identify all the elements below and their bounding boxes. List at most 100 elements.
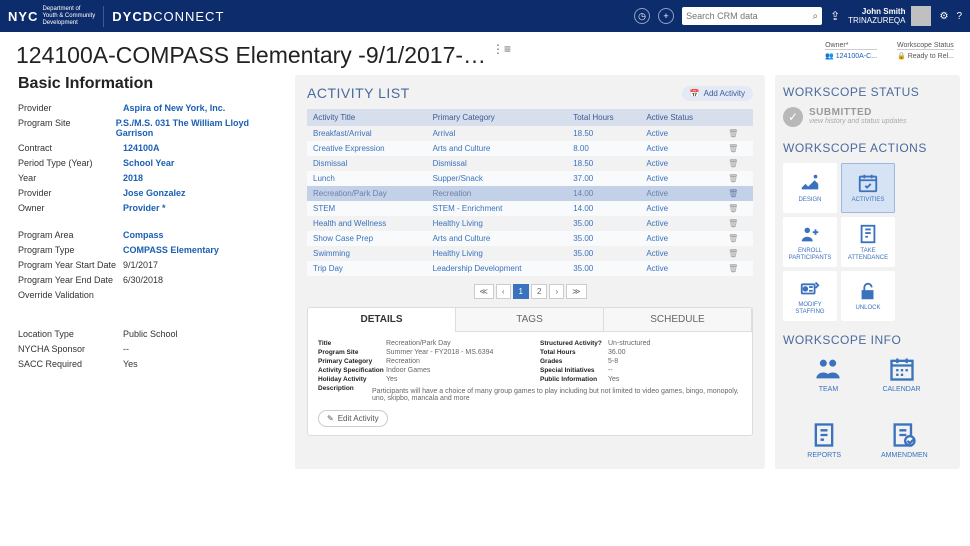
delete-icon[interactable]: 🗑: [722, 126, 753, 141]
delete-icon[interactable]: 🗑: [722, 231, 753, 246]
info-row: SACC RequiredYes: [18, 359, 277, 369]
ws-info-heading: WORKSCOPE INFO: [783, 333, 952, 347]
gear-icon[interactable]: ⚙: [939, 11, 948, 22]
info-row: Location TypePublic School: [18, 329, 277, 339]
col-header[interactable]: Total Hours: [567, 109, 640, 126]
info-row: Program TypeCOMPASS Elementary: [18, 245, 277, 255]
info-team[interactable]: TEAM: [814, 355, 842, 393]
info-value[interactable]: Aspira of New York, Inc.: [123, 103, 225, 113]
delete-icon[interactable]: 🗑: [722, 246, 753, 261]
page-next[interactable]: ›: [549, 284, 564, 299]
info-value[interactable]: 124100A: [123, 143, 160, 153]
clock-icon[interactable]: ◷: [634, 8, 650, 24]
workscope-panel: WORKSCOPE STATUS ✓ SUBMITTEDview history…: [775, 75, 960, 469]
search-box[interactable]: ⌕: [682, 7, 822, 25]
avatar: [911, 6, 931, 26]
title-bar: 124100A-COMPASS Elementary -9/1/2017-… ⋮…: [0, 32, 970, 75]
tab-schedule[interactable]: SCHEDULE: [604, 308, 752, 332]
activity-table: Activity TitlePrimary CategoryTotal Hour…: [307, 109, 753, 276]
info-value[interactable]: Provider *: [123, 203, 166, 213]
info-row: NYCHA Sponsor--: [18, 344, 277, 354]
delete-icon[interactable]: 🗑: [722, 141, 753, 156]
info-row: Program AreaCompass: [18, 230, 277, 240]
table-row[interactable]: SwimmingHealthy Living35.00Active🗑: [307, 246, 753, 261]
title-menu-icon[interactable]: ⋮≡: [492, 42, 511, 56]
pencil-icon: ✎: [327, 414, 334, 423]
brand: DYCDCONNECT: [112, 9, 224, 24]
table-row[interactable]: DismissalDismissal18.50Active🗑: [307, 156, 753, 171]
info-row: Program SiteP.S./M.S. 031 The William Ll…: [18, 118, 277, 138]
info-row: OwnerProvider *: [18, 203, 277, 213]
table-row[interactable]: LunchSupper/Snack37.00Active🗑: [307, 171, 753, 186]
action-unlock[interactable]: UNLOCK: [841, 271, 895, 321]
info-row: ProviderAspira of New York, Inc.: [18, 103, 277, 113]
info-ammendmen[interactable]: AMMENDMEN: [881, 421, 928, 459]
page-first[interactable]: ≪: [474, 284, 494, 299]
check-icon: ✓: [783, 107, 803, 127]
search-input[interactable]: [686, 11, 812, 21]
table-row[interactable]: Breakfast/ArrivalArrival18.50Active🗑: [307, 126, 753, 141]
info-value[interactable]: P.S./M.S. 031 The William Lloyd Garrison: [116, 118, 277, 138]
action-take-attendance[interactable]: TAKE ATTENDANCE: [841, 217, 895, 267]
action-activities[interactable]: ACTIVITIES: [841, 163, 895, 213]
delete-icon[interactable]: 🗑: [722, 201, 753, 216]
add-activity-button[interactable]: 📅Add Activity: [682, 86, 753, 101]
delete-icon[interactable]: 🗑: [722, 186, 753, 201]
pager: ≪ ‹ 1 2 › ≫: [307, 284, 753, 299]
delete-icon[interactable]: 🗑: [722, 261, 753, 276]
info-row: Period Type (Year)School Year: [18, 158, 277, 168]
table-row[interactable]: Creative ExpressionArts and Culture8.00A…: [307, 141, 753, 156]
action-enroll-participants[interactable]: ENROLL PARTICIPANTS: [783, 217, 837, 267]
info-value[interactable]: Jose Gonzalez: [123, 188, 186, 198]
info-value[interactable]: Compass: [123, 230, 164, 240]
search-icon[interactable]: ⌕: [812, 11, 818, 22]
action-design[interactable]: DESIGN: [783, 163, 837, 213]
basic-heading: Basic Information: [18, 75, 277, 93]
export-icon[interactable]: ⇪: [830, 9, 840, 23]
owner-meta: Owner*👥 124100A-C...: [825, 42, 877, 60]
info-row: Program Year Start Date9/1/2017: [18, 260, 277, 270]
user-menu[interactable]: John SmithTRINAZUREQA: [848, 6, 931, 26]
delete-icon[interactable]: 🗑: [722, 156, 753, 171]
info-value[interactable]: School Year: [123, 158, 174, 168]
info-row: Year2018: [18, 173, 277, 183]
table-row[interactable]: STEMSTEM - Enrichment14.00Active🗑: [307, 201, 753, 216]
info-reports[interactable]: REPORTS: [807, 421, 841, 459]
info-row: Program Year End Date6/30/2018: [18, 275, 277, 285]
col-header[interactable]: Activity Title: [307, 109, 427, 126]
col-header[interactable]: Primary Category: [427, 109, 568, 126]
info-value[interactable]: COMPASS Elementary: [123, 245, 219, 255]
help-icon[interactable]: ?: [956, 11, 962, 22]
col-header[interactable]: Active Status: [640, 109, 722, 126]
info-value: --: [123, 344, 129, 354]
page-title: 124100A-COMPASS Elementary -9/1/2017-…: [16, 42, 486, 69]
action-modify-staffing[interactable]: MODIFY STAFFING: [783, 271, 837, 321]
edit-activity-button[interactable]: ✎Edit Activity: [318, 410, 388, 427]
ws-status[interactable]: ✓ SUBMITTEDview history and status updat…: [783, 107, 952, 127]
ws-actions-heading: WORKSCOPE ACTIONS: [783, 141, 952, 155]
info-row: ProviderJose Gonzalez: [18, 188, 277, 198]
table-row[interactable]: Health and WellnessHealthy Living35.00Ac…: [307, 216, 753, 231]
page-1[interactable]: 1: [513, 284, 529, 299]
page-prev[interactable]: ‹: [496, 284, 511, 299]
page-last[interactable]: ≫: [566, 284, 586, 299]
tab-details[interactable]: DETAILS: [308, 308, 456, 332]
ws-status-heading: WORKSCOPE STATUS: [783, 85, 952, 99]
nyc-logo: NYC: [8, 9, 38, 24]
dept-name: Department ofYouth & CommunityDevelopmen…: [42, 6, 104, 27]
info-row: Contract124100A: [18, 143, 277, 153]
header: NYC Department ofYouth & CommunityDevelo…: [0, 0, 970, 32]
info-calendar[interactable]: CALENDAR: [882, 355, 920, 393]
add-icon[interactable]: +: [658, 8, 674, 24]
delete-icon[interactable]: 🗑: [722, 216, 753, 231]
delete-icon[interactable]: 🗑: [722, 171, 753, 186]
table-row[interactable]: Recreation/Park DayRecreation14.00Active…: [307, 186, 753, 201]
table-row[interactable]: Show Case PrepArts and Culture35.00Activ…: [307, 231, 753, 246]
tab-tags[interactable]: TAGS: [456, 308, 604, 332]
detail-card: DETAILSTAGSSCHEDULE TitleRecreation/Park…: [307, 307, 753, 436]
ws-status-meta: Workscope Status🔒 Ready to Rel...: [897, 42, 954, 60]
info-value[interactable]: 2018: [123, 173, 143, 183]
page-2[interactable]: 2: [531, 284, 547, 299]
table-row[interactable]: Trip DayLeadership Development35.00Activ…: [307, 261, 753, 276]
calendar-icon: 📅: [690, 89, 700, 98]
